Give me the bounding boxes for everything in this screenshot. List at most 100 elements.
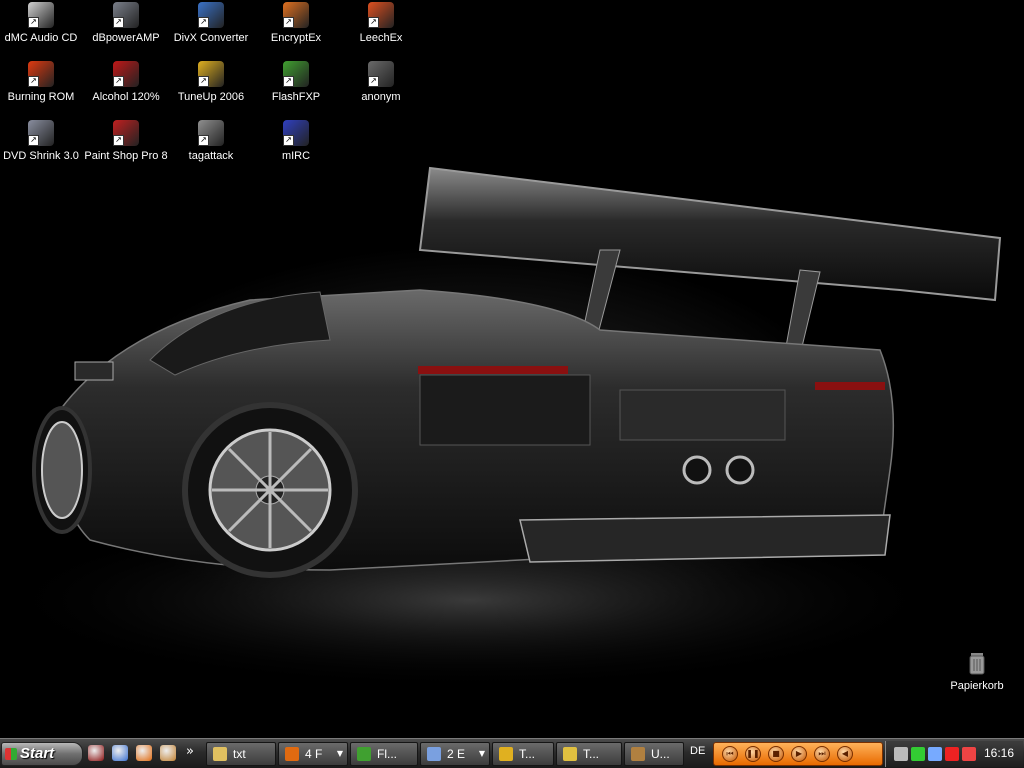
desktop-icon-burning-rom[interactable]: ↗ Burning ROM: [0, 61, 84, 117]
utility-icon: [631, 747, 645, 761]
desktop-icon-tuneup-2006[interactable]: ↗ TuneUp 2006: [168, 61, 254, 117]
desktop-icon-paint-shop-pro-8[interactable]: ↗ Paint Shop Pro 8: [83, 120, 169, 176]
previous-icon[interactable]: ⏮: [722, 746, 738, 762]
desktop-icon-label: DivX Converter: [173, 32, 249, 44]
shortcut-arrow-icon: ↗: [113, 76, 124, 87]
desktop-icon-leechex[interactable]: ↗ LeechEx: [338, 2, 424, 58]
taskbar-button[interactable]: Fl...: [350, 742, 418, 766]
alcohol-icon: ↗: [113, 61, 139, 87]
desktop-icon-recycle-bin[interactable]: Papierkorb: [934, 650, 1020, 706]
desktop-icon-encryptex[interactable]: ↗ EncryptEx: [253, 2, 339, 58]
play-icon[interactable]: ▶: [791, 746, 807, 762]
start-button[interactable]: Start: [1, 742, 83, 766]
desktop-icon-dvd-shrink-3-0[interactable]: ↗ DVD Shrink 3.0: [0, 120, 84, 176]
ati-icon[interactable]: [945, 747, 959, 761]
desktop-icon-tagattack[interactable]: ↗ tagattack: [168, 120, 254, 176]
taskbar-button[interactable]: 4 F ▼: [278, 742, 348, 766]
firefox-icon: [285, 747, 299, 761]
taskbar-button[interactable]: U...: [624, 742, 684, 766]
aim-icon[interactable]: [962, 747, 976, 761]
desktop-icon-label: LeechEx: [359, 32, 403, 44]
desktop-icon-alcohol-120[interactable]: ↗ Alcohol 120%: [83, 61, 169, 117]
cd-icon: ↗: [28, 2, 54, 28]
taskbar-button-label: T...: [519, 747, 536, 761]
desktop-icon-label: DVD Shrink 3.0: [3, 150, 79, 162]
burning-rom-icon: ↗: [28, 61, 54, 87]
mirc-icon: ↗: [283, 120, 309, 146]
shortcut-arrow-icon: ↗: [283, 135, 294, 146]
shortcut-arrow-icon: ↗: [368, 76, 379, 87]
shortcut-arrow-icon: ↗: [28, 76, 39, 87]
taskbar: Start » txt 4 F ▼ Fl... 2 E ▼ T... T... U... DE …: [0, 738, 1024, 768]
desktop-icon-flashfxp[interactable]: ↗ FlashFXP: [253, 61, 339, 117]
shortcut-arrow-icon: ↗: [198, 17, 209, 28]
group-dropdown-icon[interactable]: ▼: [337, 749, 343, 758]
arrow-icon[interactable]: [894, 747, 908, 761]
taskbar-button[interactable]: T...: [556, 742, 622, 766]
taskbar-button[interactable]: T...: [492, 742, 554, 766]
mail-icon: [563, 747, 577, 761]
shortcut-arrow-icon: ↗: [198, 76, 209, 87]
desktop-icon-label: Burning ROM: [7, 91, 75, 103]
next-icon[interactable]: ⏭: [814, 746, 830, 762]
shortcut-arrow-icon: ↗: [28, 135, 39, 146]
divx-icon: ↗: [198, 2, 224, 28]
tuneup-icon: ↗: [198, 61, 224, 87]
desktop-icon-label: TuneUp 2006: [177, 91, 245, 103]
flashfxp-icon: [357, 747, 371, 761]
shortcut-arrow-icon: ↗: [113, 17, 124, 28]
shortcut-arrow-icon: ↗: [283, 17, 294, 28]
desktop-icon-label: Paint Shop Pro 8: [84, 150, 168, 162]
shortcut-arrow-icon: ↗: [283, 76, 294, 87]
dvd-shrink-icon: ↗: [28, 120, 54, 146]
desktop-icon-label: Alcohol 120%: [92, 91, 160, 103]
desktop-icon-anonym[interactable]: ↗ anonym: [338, 61, 424, 117]
text-file-icon: ↗: [368, 61, 394, 87]
windows-logo-icon: [5, 748, 17, 760]
media-controls: ⏮ ❚❚ ■ ▶ ⏭ ◀: [713, 742, 883, 766]
system-tray: 16:16: [885, 741, 1023, 767]
desktop-icon-dbpoweramp[interactable]: ↗ dBpowerAMP: [83, 2, 169, 58]
group-dropdown-icon[interactable]: ▼: [479, 749, 485, 758]
desktop-icon-label: tagattack: [188, 150, 234, 162]
taskbar-button[interactable]: 2 E ▼: [420, 742, 490, 766]
notepad-icon: [427, 747, 441, 761]
paint-shop-pro-icon: ↗: [113, 120, 139, 146]
monkey-icon[interactable]: [160, 745, 176, 761]
taskbar-button-label: T...: [583, 747, 600, 761]
desktop-icon-label: FlashFXP: [271, 91, 321, 103]
clock[interactable]: 16:16: [984, 746, 1014, 760]
desktop-icon-label: EncryptEx: [270, 32, 322, 44]
desktop-icon-label: mIRC: [281, 150, 311, 162]
start-label: Start: [20, 745, 55, 762]
shortcut-arrow-icon: ↗: [368, 17, 379, 28]
network-icon[interactable]: [928, 747, 942, 761]
taskbar-button-label: 2 E: [447, 747, 466, 761]
taskbar-button-label: Fl...: [377, 747, 397, 761]
shortcut-arrow-icon: ↗: [198, 135, 209, 146]
speaker-icon: ↗: [113, 2, 139, 28]
pause-icon[interactable]: ❚❚: [745, 746, 761, 762]
flashfxp-icon: ↗: [283, 61, 309, 87]
stop-icon[interactable]: ■: [768, 746, 784, 762]
folder-icon: [213, 747, 227, 761]
ie-icon[interactable]: [112, 745, 128, 761]
shield-icon[interactable]: [88, 745, 104, 761]
leechex-icon: ↗: [368, 2, 394, 28]
desktop-icon-mirc[interactable]: ↗ mIRC: [253, 120, 339, 176]
taskbar-button[interactable]: txt: [206, 742, 276, 766]
desktop-icon-label: dBpowerAMP: [92, 32, 160, 44]
desktop-icon-label: Papierkorb: [950, 680, 1004, 692]
recycle-bin-icon: [964, 650, 990, 676]
taskbar-button-label: txt: [233, 747, 246, 761]
desktop-icon-dmc-audio-cd[interactable]: ↗ dMC Audio CD: [0, 2, 84, 58]
desktop[interactable]: ↗ dMC Audio CD ↗ dBpowerAMP ↗ DivX Converter ↗…: [0, 0, 1024, 738]
desktop-icon-divx-converter[interactable]: ↗ DivX Converter: [168, 2, 254, 58]
battery-icon[interactable]: [911, 747, 925, 761]
volume-icon[interactable]: ◀: [837, 746, 853, 762]
tuneup-icon: [499, 747, 513, 761]
quick-launch-more-icon[interactable]: »: [186, 744, 194, 759]
language-indicator[interactable]: DE: [690, 745, 705, 757]
firefox-icon[interactable]: [136, 745, 152, 761]
shortcut-arrow-icon: ↗: [28, 17, 39, 28]
